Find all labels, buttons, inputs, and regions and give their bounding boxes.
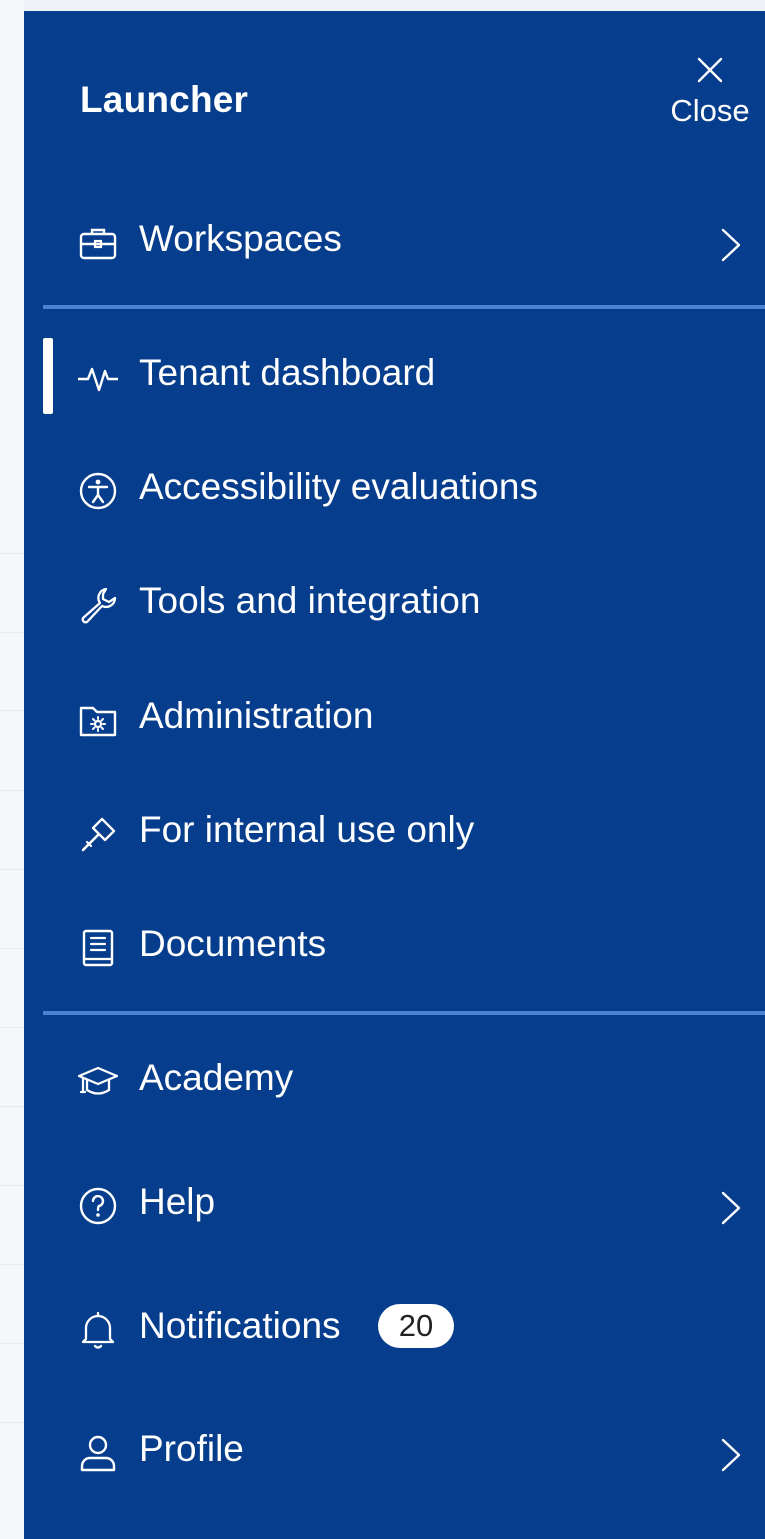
menu-item-label: Tenant dashboard xyxy=(139,352,436,393)
book-icon xyxy=(82,929,114,967)
background-divider xyxy=(0,710,24,711)
background-divider xyxy=(0,1343,24,1344)
menu-item-documents[interactable]: Documents xyxy=(24,902,765,992)
menu-item-workspaces[interactable]: Workspaces xyxy=(24,197,765,287)
background-divider xyxy=(0,948,24,949)
user-icon xyxy=(80,1435,116,1472)
menu-item-label: Notifications xyxy=(139,1305,341,1346)
graduation-cap-icon xyxy=(78,1066,118,1095)
menu-item-label: Workspaces xyxy=(139,218,342,259)
background-divider xyxy=(0,1185,24,1186)
bell-icon xyxy=(81,1311,115,1349)
menu-item-tools-and-integration[interactable]: Tools and integration xyxy=(24,559,765,649)
background-divider xyxy=(0,1106,24,1107)
menu-item-internal-use[interactable]: For internal use only xyxy=(24,788,765,878)
menu-item-tenant-dashboard[interactable]: Tenant dashboard xyxy=(24,331,765,421)
close-label: Close xyxy=(670,93,750,128)
background-divider xyxy=(0,1264,24,1265)
background-divider xyxy=(0,553,24,554)
help-circle-icon xyxy=(79,1187,117,1225)
menu-item-academy[interactable]: Academy xyxy=(24,1036,765,1126)
background-divider xyxy=(0,1422,24,1423)
menu-item-help[interactable]: Help xyxy=(24,1160,765,1250)
pulse-icon xyxy=(78,367,118,392)
background-page xyxy=(0,0,24,1539)
menu-item-label: Profile xyxy=(139,1428,244,1469)
folder-gear-icon xyxy=(79,706,117,737)
accessibility-icon xyxy=(79,472,117,510)
background-divider xyxy=(0,869,24,870)
wrench-icon xyxy=(81,587,117,624)
notifications-count-badge: 20 xyxy=(378,1304,454,1348)
menu-item-notifications[interactable]: Notifications 20 xyxy=(24,1284,765,1374)
menu-item-label: Accessibility evaluations xyxy=(139,466,538,507)
briefcase-icon xyxy=(79,228,117,260)
menu-item-accessibility-evaluations[interactable]: Accessibility evaluations xyxy=(24,445,765,535)
chevron-right-icon xyxy=(721,228,741,262)
menu-item-label: Academy xyxy=(139,1057,294,1098)
background-divider xyxy=(0,632,24,633)
menu-item-label: For internal use only xyxy=(139,809,475,850)
background-divider xyxy=(0,790,24,791)
background-divider xyxy=(0,1027,24,1028)
section-divider xyxy=(43,305,765,309)
chevron-right-icon xyxy=(721,1438,741,1472)
close-icon xyxy=(697,57,723,83)
gavel-icon xyxy=(81,817,116,852)
menu-item-label: Administration xyxy=(139,695,374,736)
menu-item-profile[interactable]: Profile xyxy=(24,1407,765,1497)
menu-item-label: Help xyxy=(139,1181,216,1222)
section-divider xyxy=(43,1011,765,1015)
menu-item-administration[interactable]: Administration xyxy=(24,674,765,764)
menu-item-label: Documents xyxy=(139,923,327,964)
close-button[interactable]: Close xyxy=(660,51,760,146)
launcher-title: Launcher xyxy=(80,79,249,120)
chevron-right-icon xyxy=(721,1191,741,1225)
menu-item-label: Tools and integration xyxy=(139,580,481,621)
launcher-panel: Launcher Close Workspaces Tenant dashboa… xyxy=(24,11,765,1539)
